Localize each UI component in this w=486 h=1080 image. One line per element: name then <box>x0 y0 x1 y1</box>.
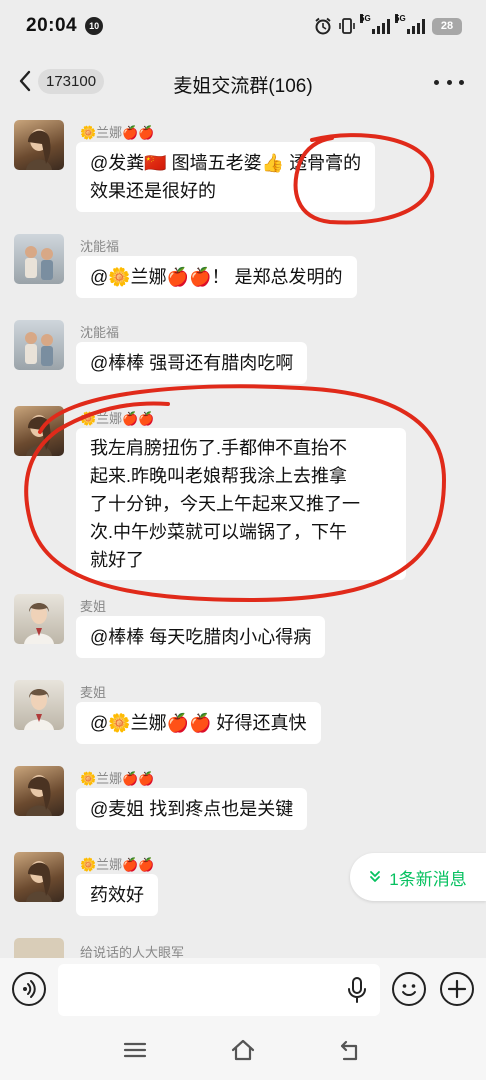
message-bubble[interactable]: 药效好 <box>76 874 158 916</box>
sender-name: 🌼兰娜🍎🍎 <box>80 771 155 786</box>
message-line: @麦姐 找到疼点也是关键 <box>90 799 294 819</box>
home-icon[interactable] <box>230 1038 256 1062</box>
sender-name: 沈能福 <box>80 239 120 254</box>
message-bubble[interactable]: @发粪🇨🇳 图墙五老婆👍 透骨膏的 效果还是很好的 <box>76 142 376 212</box>
sender-name: 麦姐 <box>80 685 107 700</box>
message-line: @棒棒 强哥还有腊肉吃啊 <box>90 353 294 373</box>
emoji-icon <box>402 984 416 996</box>
vibrate-icon <box>339 18 355 34</box>
status-right: 5G 5G 28 <box>314 14 462 35</box>
message-bubble[interactable]: @棒棒 每天吃腊肉小心得病 <box>76 616 326 658</box>
avatar[interactable] <box>14 766 64 816</box>
system-nav-bar <box>0 1022 486 1080</box>
battery-icon: 28 <box>432 17 462 35</box>
message-bubble[interactable]: @🌼兰娜🍎🍎！ 是郑总发明的 <box>76 256 357 298</box>
signal-1-label: 5G <box>360 14 371 23</box>
signal-1-icon: 5G <box>360 14 390 34</box>
more-dot-icon <box>446 79 452 85</box>
message-line: @棒棒 每天吃腊肉小心得病 <box>90 627 312 647</box>
signal-2-icon: 5G <box>395 14 425 34</box>
sender-name: 给说话的人大眼军 <box>80 945 185 958</box>
signal-2-label: 5G <box>395 14 406 23</box>
message-line: 了十分钟，今天上午起来又推了一 <box>90 494 360 514</box>
message-bubble[interactable]: @🌼兰娜🍎🍎 好得还真快 <box>76 702 321 744</box>
message-line: 效果还是很好的 <box>90 181 216 201</box>
more-button[interactable] <box>434 70 464 94</box>
back-icon[interactable] <box>338 1038 364 1062</box>
voice-button[interactable] <box>12 972 46 1006</box>
message-line: 次.中午炒菜就可以端锅了，下午 <box>90 522 347 542</box>
message-line: 起来.昨晚叫老娘帮我涂上去推拿 <box>90 466 347 486</box>
message-bubble[interactable]: 我左肩膀扭伤了.手都伸不直抬不 起来.昨晚叫老娘帮我涂上去推拿 了十分钟，今天上… <box>76 428 406 580</box>
message-line: 药效好 <box>90 885 144 905</box>
notification-badge-icon: 10 <box>85 17 104 35</box>
more-dot-icon <box>434 79 439 85</box>
message-line: 就好了 <box>90 550 144 570</box>
chat-title: 麦姐交流群(106) <box>173 76 313 97</box>
avatar[interactable] <box>14 234 64 284</box>
message-line: 我左肩膀扭伤了.手都伸不直抬不 <box>90 438 347 458</box>
input-bar <box>0 958 486 1022</box>
avatar[interactable] <box>14 852 64 902</box>
avatar[interactable] <box>14 594 64 644</box>
more-dot-icon <box>459 79 464 85</box>
message-bubble[interactable]: @麦姐 找到疼点也是关键 <box>76 788 308 830</box>
avatar[interactable] <box>14 938 64 958</box>
sender-name: 沈能福 <box>80 325 120 340</box>
sender-name: 麦姐 <box>80 599 107 614</box>
sender-name: 🌼兰娜🍎🍎 <box>80 857 155 872</box>
sender-name: 🌼兰娜🍎🍎 <box>80 125 155 140</box>
double-chevron-down-icon <box>370 871 381 882</box>
new-messages-button[interactable]: 1条新消息 <box>350 853 486 901</box>
sender-name: 🌼兰娜🍎🍎 <box>80 411 155 426</box>
voice-icon <box>23 980 36 998</box>
menu-icon[interactable] <box>122 1038 148 1062</box>
avatar[interactable] <box>14 406 64 456</box>
message-line: @🌼兰娜🍎🍎！ 是郑总发明的 <box>90 267 343 287</box>
status-bar: 20:04 10 5G 5G 28 <box>0 0 486 52</box>
avatar[interactable] <box>14 680 64 730</box>
status-left: 20:04 10 <box>26 15 104 37</box>
message-bubble[interactable]: @棒棒 强哥还有腊肉吃啊 <box>76 342 308 384</box>
mic-icon[interactable] <box>346 976 368 1004</box>
avatar[interactable] <box>14 320 64 370</box>
message-line: @发粪🇨🇳 图墙五老婆👍 透骨膏的 <box>90 153 362 173</box>
message-line: @🌼兰娜🍎🍎 好得还真快 <box>90 713 307 733</box>
status-time: 20:04 <box>26 15 78 36</box>
plus-button[interactable] <box>440 972 474 1006</box>
chat-header: 173100 麦姐交流群(106) <box>0 52 486 112</box>
plus-icon <box>447 979 467 999</box>
message-item: 给说话的人大眼军 <box>14 938 474 958</box>
emoji-button[interactable] <box>392 972 426 1006</box>
alarm-icon <box>315 17 331 35</box>
avatar[interactable] <box>14 120 64 170</box>
message-input[interactable] <box>58 964 380 1016</box>
new-messages-label: 1条新消息 <box>389 869 467 889</box>
